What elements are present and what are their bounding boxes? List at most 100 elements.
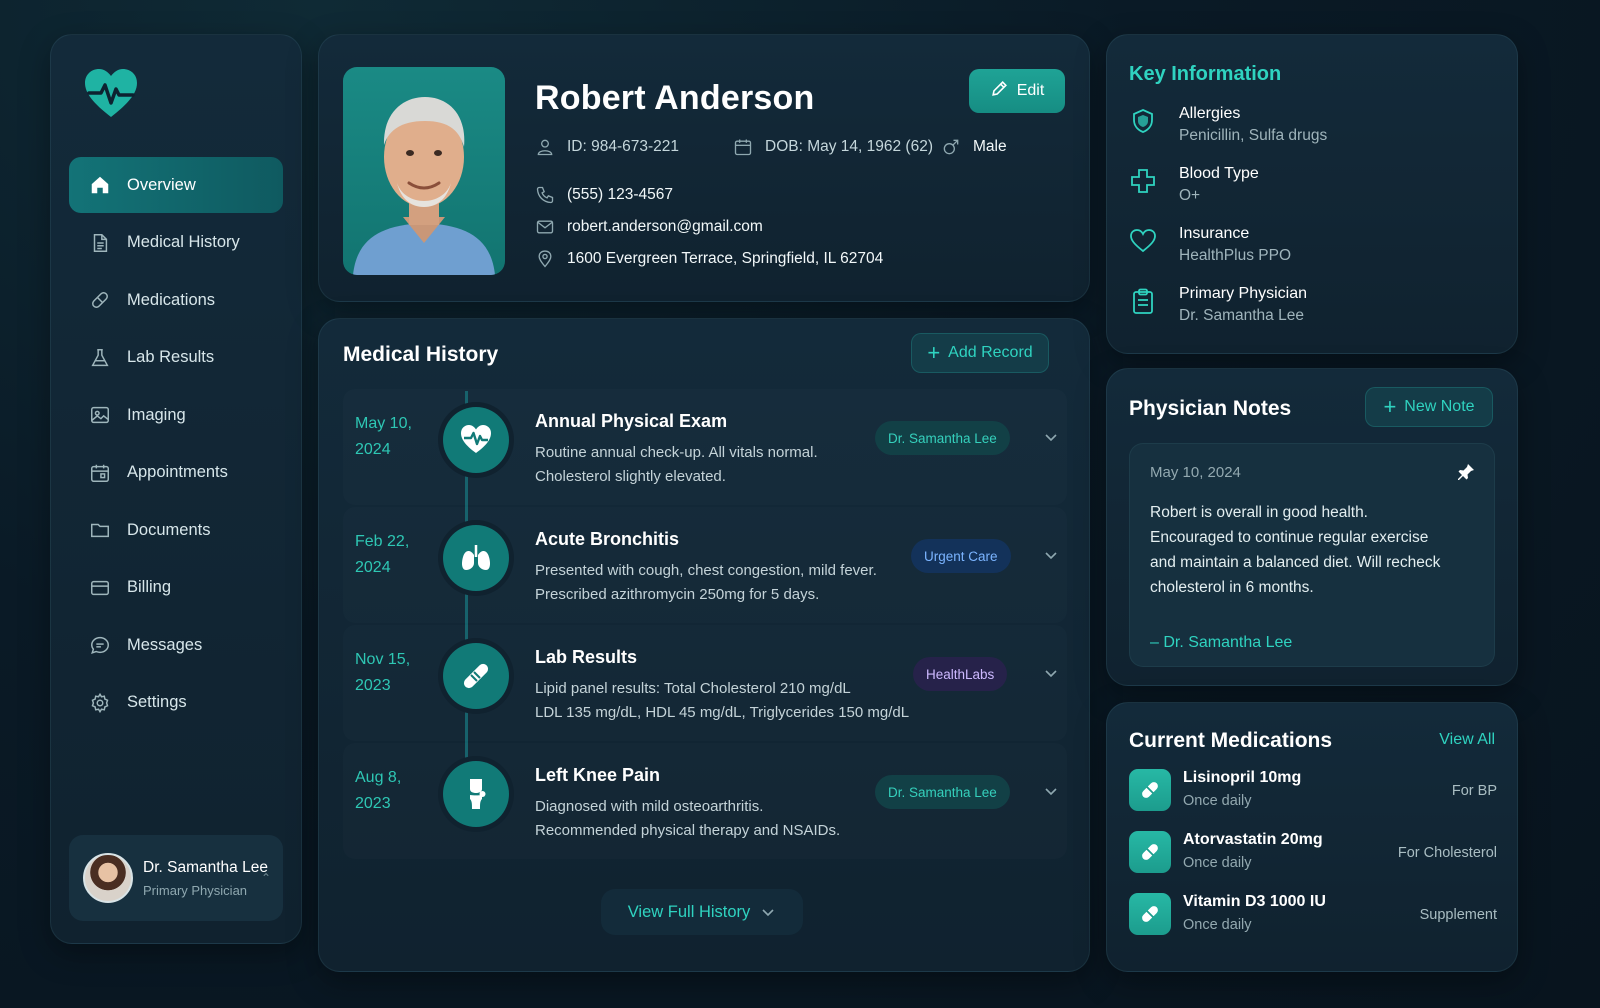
provider-tag[interactable]: HealthLabs: [913, 657, 1008, 691]
sidebar-item-label: Billing: [127, 578, 172, 596]
sidebar-item-medications[interactable]: Medications: [69, 272, 283, 328]
key-info-allergies: Allergies Penicillin, Sulfa drugs: [1129, 105, 1327, 145]
patient-address: 1600 Evergreen Terrace, Springfield, IL …: [535, 249, 883, 269]
calendar-icon: [733, 137, 753, 157]
provider-tag[interactable]: Dr. Samantha Lee: [875, 775, 1010, 809]
sidebar-item-appointments[interactable]: Appointments: [69, 445, 283, 501]
view-full-history-button[interactable]: View Full History: [601, 889, 803, 935]
sidebar-item-messages[interactable]: Messages: [69, 617, 283, 673]
sidebar-item-label: Appointments: [127, 463, 228, 481]
medication-purpose: For BP: [1451, 783, 1497, 799]
history-entry[interactable]: Nov 15, 2023 Lab Results Lipid panel res…: [343, 625, 1067, 741]
sidebar-item-label: Medical History: [127, 233, 240, 251]
add-record-button[interactable]: + Add Record: [911, 333, 1049, 373]
heart-pulse-logo-icon[interactable]: [83, 67, 139, 121]
edit-button-label: Edit: [1016, 82, 1045, 99]
sidebar-item-settings[interactable]: Settings: [69, 675, 283, 731]
entry-date: Feb 22, 2024: [355, 533, 410, 576]
patient-phone: (555) 123-4567: [535, 185, 673, 205]
chevron-down-icon[interactable]: [1043, 783, 1059, 799]
shield-icon: [1129, 107, 1157, 135]
sidebar-item-lab-results[interactable]: Lab Results: [69, 330, 283, 386]
patient-profile-card: Robert Anderson Edit ID: 984-673-221 DOB…: [318, 34, 1090, 302]
history-entry[interactable]: May 10, 2024 Annual Physical Exam Routin…: [343, 389, 1067, 505]
mail-icon: [535, 217, 555, 237]
plus-icon: +: [927, 340, 941, 365]
sidebar: Overview Medical History Medications Lab…: [50, 34, 302, 944]
pill-icon: [89, 289, 111, 311]
patient-photo: [343, 67, 505, 275]
medical-history-panel: Medical History + Add Record May 10, 202…: [318, 318, 1090, 972]
patient-email: robert.anderson@gmail.com: [535, 217, 763, 237]
medication-name: Atorvastatin 20mg: [1183, 831, 1323, 848]
chevron-updown-icon[interactable]: ⌃: [261, 871, 271, 885]
entry-date: May 10, 2024: [355, 415, 412, 458]
plus-icon: +: [1383, 394, 1397, 419]
history-entry[interactable]: Feb 22, 2024 Acute Bronchitis Presented …: [343, 507, 1067, 623]
medical-cross-icon: [1129, 167, 1157, 195]
chevron-down-icon: [762, 909, 774, 917]
entry-title: Left Knee Pain: [535, 765, 661, 785]
chevron-down-icon[interactable]: [1043, 665, 1059, 681]
medication-row[interactable]: Atorvastatin 20mg Once daily For Cholest…: [1129, 827, 1497, 879]
flask-icon: [89, 347, 111, 369]
chevron-down-icon[interactable]: [1043, 429, 1059, 445]
current-user-card[interactable]: Dr. Samantha Lee Primary Physician ⌃: [69, 835, 283, 921]
sidebar-item-documents[interactable]: Documents: [69, 502, 283, 558]
medication-row[interactable]: Vitamin D3 1000 IU Once daily Supplement: [1129, 889, 1497, 941]
avatar: [83, 853, 133, 903]
sidebar-item-label: Overview: [127, 175, 196, 194]
pencil-icon: [990, 79, 1009, 103]
sidebar-item-label: Lab Results: [127, 348, 215, 366]
entry-description: Lipid panel results: Total Cholesterol 2…: [535, 680, 910, 721]
edit-button[interactable]: Edit: [969, 69, 1065, 113]
entry-title: Acute Bronchitis: [535, 529, 680, 549]
note-signature: – Dr. Samantha Lee: [1150, 634, 1293, 651]
phone-icon: [535, 185, 555, 205]
key-information-panel: Key Information Allergies Penicillin, Su…: [1106, 34, 1518, 354]
physician-notes-title: Physician Notes: [1129, 397, 1292, 420]
sidebar-item-imaging[interactable]: Imaging: [69, 387, 283, 443]
pin-icon[interactable]: [1456, 462, 1476, 482]
lungs-icon: [443, 525, 509, 591]
sidebar-item-label: Messages: [127, 635, 203, 654]
current-medications-title: Current Medications: [1129, 729, 1333, 752]
location-pin-icon: [535, 249, 555, 269]
sidebar-item-medical-history[interactable]: Medical History: [69, 215, 283, 271]
sidebar-item-label: Imaging: [127, 405, 186, 424]
new-note-button[interactable]: + New Note: [1365, 387, 1493, 427]
current-medications-panel: Current Medications View All Lisinopril …: [1106, 702, 1518, 972]
key-information-title: Key Information: [1129, 63, 1282, 85]
pill-icon: [1129, 831, 1171, 873]
medication-row[interactable]: Lisinopril 10mg Once daily For BP: [1129, 765, 1497, 817]
sidebar-item-billing[interactable]: Billing: [69, 560, 283, 616]
key-info-insurance: Insurance HealthPlus PPO: [1129, 225, 1291, 265]
provider-tag[interactable]: Urgent Care: [911, 539, 1011, 573]
note-date: May 10, 2024: [1150, 464, 1241, 481]
medication-name: Vitamin D3 1000 IU: [1183, 893, 1326, 910]
sidebar-item-overview[interactable]: Overview: [69, 157, 283, 213]
patient-sex: Male: [941, 137, 1007, 157]
pill-icon: [1129, 893, 1171, 935]
note-text: Robert is overall in good health. Encour…: [1150, 504, 1441, 596]
heartbeat-icon: [443, 407, 509, 473]
note-card[interactable]: May 10, 2024 Robert is overall in good h…: [1129, 443, 1495, 667]
medication-frequency: Once daily: [1183, 855, 1252, 871]
chevron-down-icon[interactable]: [1043, 547, 1059, 563]
view-all-link[interactable]: View All: [1439, 731, 1495, 749]
medication-purpose: Supplement: [1419, 907, 1497, 923]
user-name: Dr. Samantha Lee: [143, 858, 268, 876]
sidebar-item-label: Settings: [127, 693, 187, 711]
patient-id: ID: 984-673-221: [535, 137, 679, 157]
provider-tag[interactable]: Dr. Samantha Lee: [875, 421, 1010, 455]
test-tube-icon: [443, 643, 509, 709]
physician-notes-panel: Physician Notes + New Note May 10, 2024 …: [1106, 368, 1518, 686]
clipboard-icon: [1129, 287, 1157, 315]
knee-joint-icon: [443, 761, 509, 827]
home-icon: [89, 174, 111, 196]
history-entry[interactable]: Aug 8, 2023 Left Knee Pain Diagnosed wit…: [343, 743, 1067, 859]
patient-dob: DOB: May 14, 1962 (62): [733, 137, 933, 157]
gear-icon: [89, 692, 111, 714]
heart-icon: [1129, 227, 1157, 255]
entry-description: Presented with cough, chest congestion, …: [535, 562, 877, 603]
